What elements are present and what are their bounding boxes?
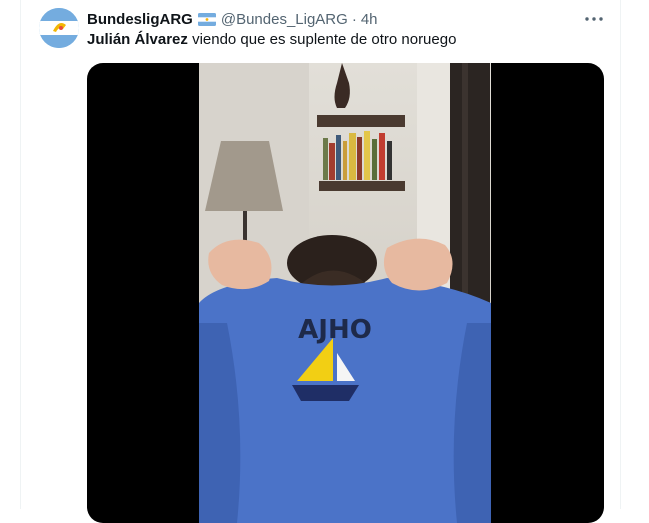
argentina-flag-icon — [197, 12, 216, 26]
tweet[interactable]: BundesligARG @Bundes_LigARG · 4h Julián … — [21, 0, 621, 523]
tweet-text-body: viendo que es suplente de otro noruego — [192, 31, 457, 48]
author-handle[interactable]: @Bundes_LigARG — [221, 11, 348, 28]
tweet-video[interactable]: AJHO — [87, 63, 604, 523]
author-avatar[interactable] — [39, 8, 79, 48]
video-frame: AJHO — [199, 63, 491, 523]
more-options-icon[interactable] — [581, 8, 607, 30]
tweet-text-mention: Julián Álvarez — [87, 31, 188, 48]
author-name[interactable]: BundesligARG — [87, 11, 193, 28]
separator-dot: · — [351, 10, 357, 28]
tweet-text: Julián Álvarez viendo que es suplente de… — [87, 31, 456, 48]
shirt-text: AJHO — [298, 315, 372, 345]
tweet-timestamp[interactable]: 4h — [361, 11, 378, 28]
tweet-header: BundesligARG @Bundes_LigARG · 4h — [87, 9, 378, 29]
avatar-image — [39, 8, 79, 48]
